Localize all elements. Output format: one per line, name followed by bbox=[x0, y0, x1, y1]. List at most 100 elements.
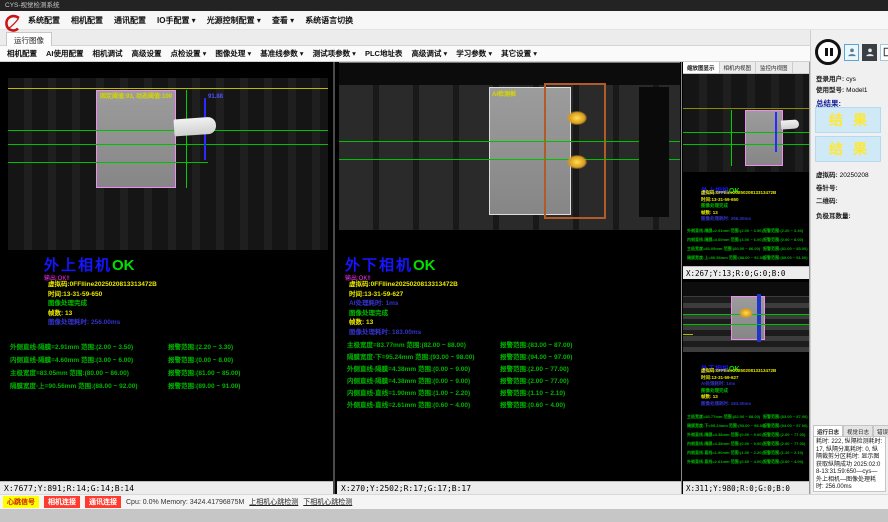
menu-light-config[interactable]: 光源控制配置 ▾ bbox=[207, 15, 261, 26]
zoom-top-blue-line bbox=[775, 112, 777, 152]
left-camera-image[interactable]: 固定阈值:93, 动态阈值:100 91.88 bbox=[8, 78, 328, 250]
zoom-bottom-pixel-coords: X:311;Y:980;R:0;G:0;B:0 bbox=[683, 481, 809, 494]
zoom-top-green-line-1 bbox=[683, 132, 810, 133]
bottom-alarm-range: 报警范围:(94.00 ~ 97.00) bbox=[500, 351, 572, 361]
result-box-bottom: 结果 bbox=[815, 136, 881, 162]
tool-baseline-params[interactable]: 基准线参数 ▾ bbox=[260, 48, 303, 59]
left-measure-row: 内侧直线-隔膜=4.60mm 范围:(3.00 ~ 6.00) 报警范围:(0.… bbox=[0, 354, 333, 367]
zoom-bottom-measure: 隔膜宽度-下=95.24mm 范围:(93.00 ~ 98.00) bbox=[687, 423, 765, 429]
zoom-top-alarm: 报警范围:(2.20 ~ 3.30) bbox=[763, 228, 803, 234]
bottom-alarm-range: 报警范围:(1.10 ~ 2.10) bbox=[500, 387, 565, 397]
tool-camera-debug[interactable]: 相机调试 bbox=[93, 48, 123, 59]
bottom-alarm-range: 报警范围:(2.00 ~ 77.00) bbox=[500, 363, 569, 373]
zoom-view-tabs: 缩放图显示 相机内视图 监控内视图 bbox=[683, 62, 809, 74]
left-info-block: 虚拟码:0FFIline2025020813313472B 时间:13-31-5… bbox=[48, 280, 157, 328]
zoom-bottom-elapsed: 图像处理耗时: 183.00ms bbox=[701, 401, 776, 408]
bottom-measure-value: 主极宽度=83.77mm 范围:(82.00 ~ 88.00) bbox=[347, 339, 466, 349]
left-measure-row: 外侧直线-隔膜=2.91mm 范围:(2.00 ~ 3.50) 报警范围:(2.… bbox=[0, 341, 333, 354]
zoom-bottom-info: 虚拟码:0FFIline2025020813313472B 时间:13-31-5… bbox=[701, 368, 776, 407]
result-top-text: 结果 bbox=[819, 110, 877, 130]
tool-other-settings[interactable]: 其它设置 ▾ bbox=[501, 48, 537, 59]
zoom-bottom-measure: 外侧直线-隔膜=4.38mm 范围:(0.00 ~ 9.00) bbox=[687, 432, 763, 438]
bottom-time: 时间:13-31-59-627 bbox=[349, 290, 458, 300]
left-done: 图像处理完成 bbox=[48, 299, 157, 309]
zoom-top-measure: 主极宽度=83.05mm 范围:(80.00 ~ 86.00) bbox=[687, 246, 760, 252]
bottom-camera-image[interactable]: AI检测框 bbox=[339, 62, 680, 230]
bottom-glow-spot-2 bbox=[567, 155, 587, 169]
bottom-alarm-range: 报警范围:(83.00 ~ 87.00) bbox=[500, 339, 572, 349]
tool-advanced-settings[interactable]: 高级设置 bbox=[132, 48, 162, 59]
tool-advanced-debug[interactable]: 高级调试 ▾ bbox=[411, 48, 447, 59]
bottom-measure-value: 内侧直线-直线=1.90mm 范围:(1.00 ~ 2.20) bbox=[347, 387, 470, 397]
left-measure-value: 外侧直线-隔膜=2.91mm 范围:(2.00 ~ 3.50) bbox=[10, 341, 133, 351]
zoom-top-image[interactable] bbox=[683, 74, 810, 172]
upper-camera-heartbeat-link[interactable]: 上相机心跳检测 bbox=[249, 497, 298, 507]
left-measure-value: 主极宽度=83.05mm 范围:(80.00 ~ 86.00) bbox=[10, 367, 129, 377]
tool-ai-config[interactable]: AI使用配置 bbox=[46, 48, 84, 59]
tool-camera-config[interactable]: 相机配置 bbox=[7, 48, 37, 59]
user-button[interactable] bbox=[844, 44, 859, 61]
tab-zoom-display[interactable]: 缩放图显示 bbox=[683, 62, 720, 73]
menu-io-config[interactable]: IO手配置 ▾ bbox=[157, 15, 196, 26]
menu-camera-config[interactable]: 相机配置 bbox=[71, 15, 103, 26]
menu-comm-config[interactable]: 通讯配置 bbox=[114, 15, 146, 26]
tool-spot-check[interactable]: 点检设置 ▾ bbox=[171, 48, 207, 59]
left-measure-line-2 bbox=[8, 144, 328, 145]
zoom-bottom-row: 外侧直线-直线=2.61mm 范围:(0.60 ~ 4.00) 报警范围:(0.… bbox=[683, 459, 809, 468]
app-logo-icon bbox=[3, 13, 23, 35]
login-user-label: 登录用户: bbox=[816, 76, 844, 83]
window-titlebar[interactable]: CYS-视觉检测系统 bbox=[0, 0, 888, 11]
left-elapsed: 图像处理耗时: 256.00ms bbox=[48, 318, 157, 328]
tool-plc-address[interactable]: PLC地址表 bbox=[365, 48, 403, 59]
zoom-bottom-measure: 主极宽度=83.77mm 范围:(82.00 ~ 88.00) bbox=[687, 414, 760, 420]
bottom-measure-line-2 bbox=[339, 159, 680, 160]
zoom-bottom-measure: 内侧直线-隔膜=4.38mm 范围:(0.00 ~ 9.00) bbox=[687, 441, 763, 447]
user-icon bbox=[847, 47, 857, 57]
log-output[interactable]: 耗时: 222, 纵隔检测耗时: 17, 纵隔分离耗时: 0, 纵隔裁剪分区耗时… bbox=[813, 436, 886, 492]
zoom-bottom-alarm: 报警范围:(1.10 ~ 2.10) bbox=[763, 450, 803, 456]
zoom-bottom-measure: 内侧直线-直线=1.90mm 范围:(1.00 ~ 2.20) bbox=[687, 450, 763, 456]
zoom-top-row: 隔膜宽度-上=90.56mm 范围:(88.00 ~ 92.00) 报警范围:(… bbox=[683, 255, 809, 264]
tab-monitor-view[interactable]: 监控内视图 bbox=[756, 62, 793, 73]
left-alarm-range: 报警范围:(89.00 ~ 91.00) bbox=[168, 380, 240, 390]
zoom-top-green-vline bbox=[731, 110, 732, 166]
tab-camera-view[interactable]: 相机内视图 bbox=[720, 62, 757, 73]
left-result-header: 外上相机OK 输出:OK!! bbox=[44, 254, 135, 282]
tool-test-params[interactable]: 测试项参数 ▾ bbox=[313, 48, 356, 59]
exit-door-icon bbox=[883, 47, 888, 57]
zoom-bottom-dark-band bbox=[683, 282, 810, 296]
bottom-ai-elapsed: AI处理耗时: 1ms bbox=[349, 299, 458, 309]
left-alarm-range: 报警范围:(81.00 ~ 85.00) bbox=[168, 367, 240, 377]
bottom-measure-value: 外侧直线-直线=2.61mm 范围:(0.60 ~ 4.00) bbox=[347, 399, 470, 409]
tool-learn-params[interactable]: 学习参数 ▾ bbox=[456, 48, 492, 59]
zoom-bottom-image[interactable] bbox=[683, 282, 810, 352]
vcode-row: 虚拟码:20250208 bbox=[816, 169, 869, 179]
menu-system-config[interactable]: 系统配置 bbox=[28, 15, 60, 26]
bottom-ai-overlay-text: AI检测框 bbox=[492, 89, 516, 98]
left-separator-region bbox=[96, 90, 176, 188]
model-row: 使用型号:Model1 bbox=[816, 84, 868, 94]
zoom-top-row: 内侧直线-隔膜=4.60mm 范围:(3.00 ~ 6.00) 报警范围:(0.… bbox=[683, 237, 809, 246]
zoom-bottom-alarm: 报警范围:(2.00 ~ 77.00) bbox=[763, 441, 805, 447]
bottom-slot-shadow bbox=[639, 87, 669, 217]
zoom-bottom-row: 内侧直线-直线=1.90mm 范围:(1.00 ~ 2.20) 报警范围:(1.… bbox=[683, 450, 809, 459]
left-pixel-coords: X:7677;Y:891;R:14;G:14;B:14 bbox=[0, 481, 333, 494]
bottom-alarm-range: 报警范围:(0.60 ~ 4.00) bbox=[500, 399, 565, 409]
operator-button[interactable] bbox=[862, 44, 877, 61]
zoom-bottom-green-line-2 bbox=[683, 324, 810, 325]
menu-bar: 系统配置 相机配置 通讯配置 IO手配置 ▾ 光源控制配置 ▾ 查看 ▾ 系统语… bbox=[0, 11, 888, 30]
vcode-label: 虚拟码: bbox=[816, 172, 838, 179]
pin-row: 卷针号: bbox=[816, 182, 838, 192]
lower-camera-heartbeat-link[interactable]: 下相机心跳检测 bbox=[303, 497, 352, 507]
zoom-top-row: 外侧直线-隔膜=2.91mm 范围:(2.00 ~ 3.50) 报警范围:(2.… bbox=[683, 228, 809, 237]
left-measure-row: 隔膜宽度-上=90.56mm 范围:(88.00 ~ 92.00) 报警范围:(… bbox=[0, 380, 333, 393]
logout-button[interactable] bbox=[880, 44, 888, 61]
model-value: Model1 bbox=[846, 87, 867, 94]
menu-language-switch[interactable]: 系统语言切换 bbox=[305, 15, 353, 26]
pause-button[interactable] bbox=[815, 39, 841, 65]
tool-image-processing[interactable]: 图像处理 ▾ bbox=[215, 48, 251, 59]
bottom-measure-value: 隔膜宽度-下=95.24mm 范围:(93.00 ~ 98.00) bbox=[347, 351, 475, 361]
menu-view[interactable]: 查看 ▾ bbox=[272, 15, 294, 26]
sidebar-buttons bbox=[815, 39, 888, 65]
zoom-top-measure: 内侧直线-隔膜=4.60mm 范围:(3.00 ~ 6.00) bbox=[687, 237, 763, 243]
